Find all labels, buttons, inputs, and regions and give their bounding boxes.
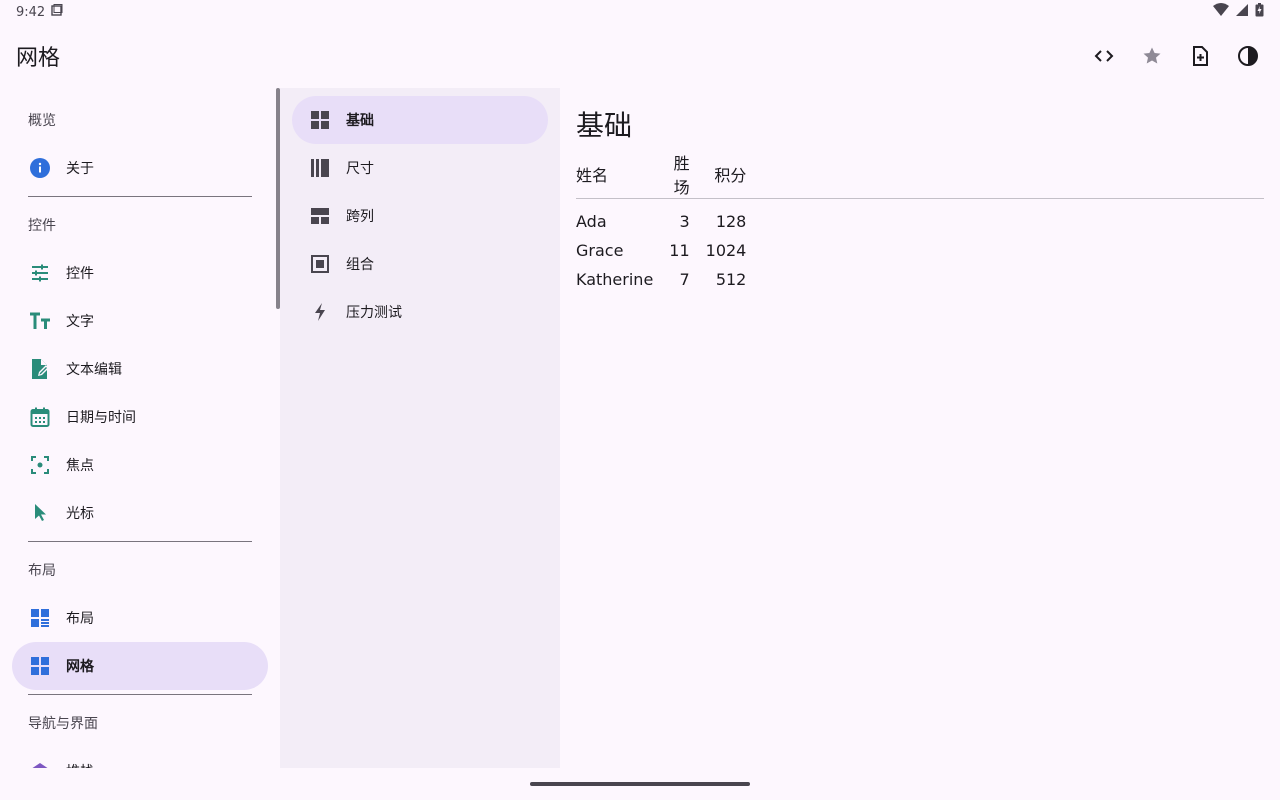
signal-icon — [1235, 3, 1249, 21]
subnav-item-size[interactable]: 尺寸 — [292, 144, 548, 192]
nav-item-label: 文本编辑 — [66, 362, 122, 378]
nav-item-grid[interactable]: 网格 — [12, 642, 268, 690]
columns-icon — [308, 156, 332, 180]
status-time: 9:42 — [16, 4, 46, 20]
nav-section-layout: 布局 — [28, 563, 56, 579]
content-title: 基础 — [576, 109, 633, 142]
status-bar: 9:42 — [0, 0, 1280, 24]
note-add-icon — [1193, 46, 1208, 66]
divider — [28, 541, 252, 542]
new-document-button[interactable] — [1184, 40, 1216, 72]
nav-item-label: 光标 — [66, 506, 94, 522]
code-icon — [1094, 50, 1114, 62]
cell-name: Katherine — [576, 269, 654, 289]
cell-points: 512 — [715, 269, 747, 289]
composite-icon — [308, 252, 332, 276]
nav-item-text[interactable]: 文字 — [12, 297, 268, 345]
cursor-icon — [28, 501, 52, 525]
info-icon — [28, 156, 52, 180]
nav-item-label: 控件 — [66, 266, 94, 282]
star-icon — [1143, 47, 1161, 64]
data-table: 姓名 胜场 积分 Ada 3 128 Grace 11 1024 Katheri… — [576, 150, 1264, 294]
nav-item-about[interactable]: 关于 — [12, 144, 268, 192]
battery-icon — [1255, 3, 1264, 21]
edit-document-icon — [28, 357, 52, 381]
home-indicator[interactable] — [530, 782, 750, 786]
cell-name: Grace — [576, 240, 624, 260]
theme-toggle-button[interactable] — [1232, 40, 1264, 72]
cell-points: 1024 — [705, 240, 747, 260]
nav-item-label: 布局 — [66, 611, 94, 627]
grid-icon — [28, 654, 52, 678]
stack-icon — [28, 759, 52, 768]
nav-item-label: 日期与时间 — [66, 410, 136, 426]
divider — [28, 196, 252, 197]
column-header-name: 姓名 — [576, 150, 670, 199]
subnav-item-label: 尺寸 — [346, 161, 374, 177]
content-pane: 基础 姓名 胜场 积分 Ada 3 128 Grace 11 1024 Kath… — [560, 88, 1280, 768]
subnav-item-span[interactable]: 跨列 — [292, 192, 548, 240]
sub-navigation: 基础 尺寸 跨列 组合 压力测试 — [280, 88, 560, 768]
layout-icon — [28, 606, 52, 630]
cell-points: 128 — [715, 211, 747, 231]
subnav-item-label: 压力测试 — [346, 305, 402, 321]
contrast-icon — [1238, 46, 1258, 66]
subnav-item-composite[interactable]: 组合 — [292, 240, 548, 288]
nav-item-date-time[interactable]: 日期与时间 — [12, 393, 268, 441]
span-icon — [308, 204, 332, 228]
cell-wins: 3 — [679, 211, 690, 231]
subnav-item-label: 跨列 — [346, 209, 374, 225]
column-header-wins: 胜场 — [669, 150, 706, 199]
subnav-item-basic[interactable]: 基础 — [292, 96, 548, 144]
focus-icon — [28, 453, 52, 477]
table-row: Ada 3 128 — [576, 199, 1264, 236]
nav-item-focus[interactable]: 焦点 — [12, 441, 268, 489]
calendar-icon — [28, 405, 52, 429]
nav-item-stack[interactable]: 堆栈 — [12, 747, 268, 768]
star-button[interactable] — [1136, 40, 1168, 72]
page-title: 网格 — [16, 46, 61, 71]
bolt-icon — [308, 300, 332, 324]
top-app-bar: 网格 — [0, 24, 1280, 88]
nav-item-label: 网格 — [66, 659, 94, 675]
nav-item-text-editing[interactable]: 文本编辑 — [12, 345, 268, 393]
nav-item-controls[interactable]: 控件 — [12, 249, 268, 297]
cell-wins: 11 — [669, 240, 690, 260]
grid-icon — [308, 108, 332, 132]
code-button[interactable] — [1088, 40, 1120, 72]
cell-name: Ada — [576, 211, 607, 231]
nav-item-layout[interactable]: 布局 — [12, 594, 268, 642]
nav-section-overview: 概览 — [28, 113, 56, 129]
subnav-item-stress-test[interactable]: 压力测试 — [292, 288, 548, 336]
table-row: Katherine 7 512 — [576, 265, 1264, 294]
app-bar-actions — [1088, 40, 1264, 72]
subnav-item-label: 基础 — [346, 113, 374, 129]
nav-section-navigation: 导航与界面 — [28, 716, 98, 732]
nav-item-label: 焦点 — [66, 458, 94, 474]
nav-item-label: 堆栈 — [66, 761, 94, 768]
nav-item-cursor[interactable]: 光标 — [12, 489, 268, 537]
subnav-item-label: 组合 — [346, 257, 374, 273]
navigation-drawer: 概览 关于 控件 控件 文字 文本编辑 日期与时间 焦点 光标 布局 布局 网格… — [0, 88, 280, 768]
nav-item-label: 关于 — [66, 161, 94, 177]
column-header-points: 积分 — [705, 150, 763, 199]
notification-icon — [51, 4, 63, 20]
wifi-icon — [1213, 3, 1229, 21]
divider — [28, 694, 252, 695]
nav-item-label: 文字 — [66, 314, 94, 330]
table-header-row: 姓名 胜场 积分 — [576, 150, 1264, 199]
nav-section-controls: 控件 — [28, 218, 56, 234]
table-row: Grace 11 1024 — [576, 236, 1264, 265]
text-fields-icon — [28, 309, 52, 333]
sliders-icon — [28, 261, 52, 285]
cell-wins: 7 — [679, 269, 690, 289]
